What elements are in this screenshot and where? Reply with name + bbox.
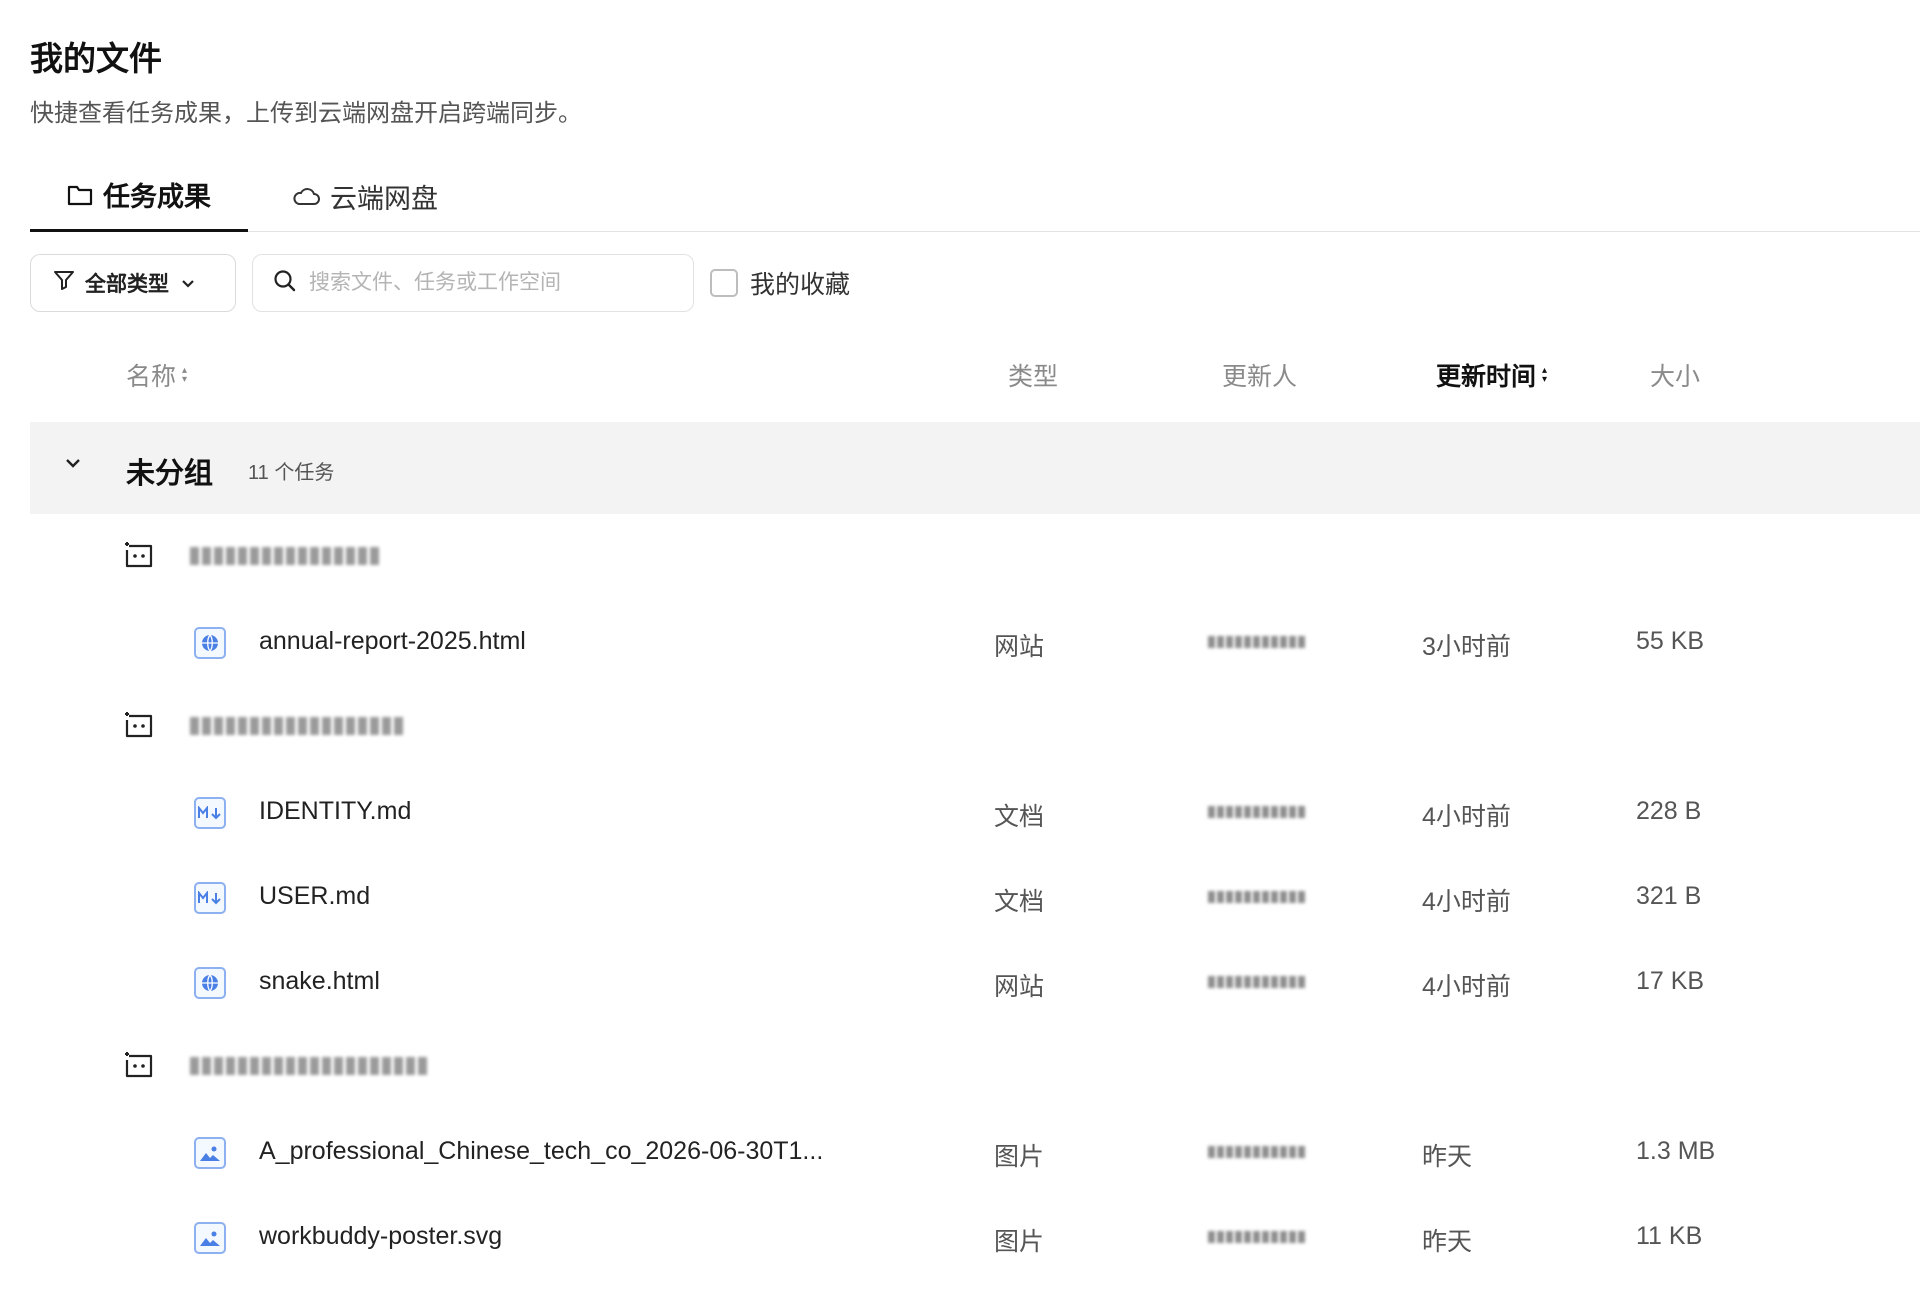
file-name[interactable]: annual-report-2025.html xyxy=(259,627,526,656)
column-label: 更新时间 xyxy=(1436,363,1537,391)
task-name-redacted xyxy=(190,706,403,746)
column-size-header: 大小 xyxy=(1650,345,1700,405)
page-title: 我的文件 xyxy=(30,40,162,77)
task-bot-icon xyxy=(122,710,156,745)
file-size: 17 KB xyxy=(1636,967,1705,995)
filter-label: 全部类型 xyxy=(85,273,169,296)
file-name[interactable]: IDENTITY.md xyxy=(259,797,411,826)
file-type: 图片 xyxy=(994,1143,1045,1171)
type-filter-dropdown[interactable]: 全部类型 xyxy=(30,254,236,312)
search-icon xyxy=(273,269,297,298)
globe-icon xyxy=(194,967,226,999)
search-input[interactable] xyxy=(309,271,679,295)
checkbox[interactable] xyxy=(710,269,738,297)
folder-icon xyxy=(67,184,93,206)
cloud-icon xyxy=(292,186,320,206)
file-updated-time: 4小时前 xyxy=(1422,803,1511,831)
image-icon xyxy=(194,1137,226,1169)
tab-task-results[interactable]: 任务成果 xyxy=(30,160,248,232)
file-updated-time: 3小时前 xyxy=(1422,633,1511,661)
favorites-label: 我的收藏 xyxy=(750,271,851,299)
updater-redacted xyxy=(1208,636,1305,648)
file-row[interactable]: annual-report-2025.html 网站 3小时前 55 KB xyxy=(30,608,1920,678)
file-name[interactable]: A_professional_Chinese_tech_co_2026-06-3… xyxy=(259,1137,823,1166)
favorites-checkbox[interactable]: 我的收藏 xyxy=(710,254,850,312)
page-subtitle: 快捷查看任务成果，上传到云端网盘开启跨端同步。 xyxy=(30,100,582,127)
column-updater-header: 更新人 xyxy=(1222,345,1297,405)
markdown-icon xyxy=(194,797,226,829)
task-name-redacted xyxy=(190,536,379,576)
image-icon xyxy=(194,1222,226,1254)
tab-label: 云端网盘 xyxy=(330,183,438,214)
column-type-header: 类型 xyxy=(1008,345,1058,405)
toolbar: 全部类型 我的收藏 xyxy=(30,254,1030,312)
file-size: 11 KB xyxy=(1636,1222,1703,1250)
tab-label: 任务成果 xyxy=(103,182,211,212)
file-type: 图片 xyxy=(994,1228,1045,1256)
file-updated-time: 昨天 xyxy=(1422,1228,1473,1256)
column-updated-header[interactable]: 更新时间 ▴ ▾ xyxy=(1436,345,1547,405)
updater-redacted xyxy=(1208,1231,1305,1243)
globe-icon xyxy=(194,627,226,659)
task-row[interactable] xyxy=(30,692,1920,762)
markdown-icon xyxy=(194,882,226,914)
file-row[interactable]: snake.html 网站 4小时前 17 KB xyxy=(30,948,1920,1018)
task-bot-icon xyxy=(122,540,156,575)
file-name[interactable]: USER.md xyxy=(259,882,370,911)
file-updated-time: 4小时前 xyxy=(1422,888,1511,916)
task-name-redacted xyxy=(190,1046,427,1086)
file-updated-time: 昨天 xyxy=(1422,1143,1473,1171)
column-label: 类型 xyxy=(1008,363,1059,391)
file-size: 228 B xyxy=(1636,797,1702,825)
filter-icon xyxy=(53,269,75,297)
file-row[interactable]: A_professional_Chinese_tech_co_2026-06-3… xyxy=(30,1118,1920,1188)
file-type: 文档 xyxy=(994,803,1045,831)
file-name[interactable]: snake.html xyxy=(259,967,380,996)
file-type: 网站 xyxy=(994,633,1045,661)
file-type: 网站 xyxy=(994,973,1045,1001)
updater-redacted xyxy=(1208,976,1305,988)
file-size: 321 B xyxy=(1636,882,1702,910)
chevron-down-icon xyxy=(181,271,195,295)
updater-redacted xyxy=(1208,891,1305,903)
file-row[interactable]: IDENTITY.md 文档 4小时前 228 B xyxy=(30,778,1920,848)
file-row[interactable]: workbuddy-poster.svg 图片 昨天 11 KB xyxy=(30,1203,1920,1273)
group-title: 未分组 xyxy=(126,458,214,490)
sort-icon: ▴ ▾ xyxy=(182,365,188,385)
task-bot-icon xyxy=(122,1050,156,1085)
group-count: 11 个任务 xyxy=(248,462,335,484)
column-label: 更新人 xyxy=(1222,363,1298,391)
tab-bar: 任务成果 云端网盘 xyxy=(30,160,1920,232)
table-header: 名称 ▴ ▾ 类型 更新人 更新时间 ▴ ▾ 大小 xyxy=(30,345,1920,405)
search-box xyxy=(252,254,694,312)
column-name-header[interactable]: 名称 ▴ ▾ xyxy=(126,345,187,405)
task-row[interactable] xyxy=(30,522,1920,592)
file-type: 文档 xyxy=(994,888,1045,916)
file-size: 1.3 MB xyxy=(1636,1137,1716,1165)
updater-redacted xyxy=(1208,806,1305,818)
group-row[interactable]: 未分组 11 个任务 xyxy=(30,422,1920,514)
file-row[interactable]: USER.md 文档 4小时前 321 B xyxy=(30,863,1920,933)
sort-icon: ▴ ▾ xyxy=(1542,365,1548,385)
column-label: 名称 xyxy=(126,363,177,391)
chevron-down-icon[interactable] xyxy=(64,456,82,474)
tab-cloud-drive[interactable]: 云端网盘 xyxy=(280,160,450,232)
file-size: 55 KB xyxy=(1636,627,1705,655)
file-updated-time: 4小时前 xyxy=(1422,973,1511,1001)
task-row[interactable] xyxy=(30,1032,1920,1102)
file-name[interactable]: workbuddy-poster.svg xyxy=(259,1222,502,1251)
updater-redacted xyxy=(1208,1146,1305,1158)
column-label: 大小 xyxy=(1650,363,1701,391)
